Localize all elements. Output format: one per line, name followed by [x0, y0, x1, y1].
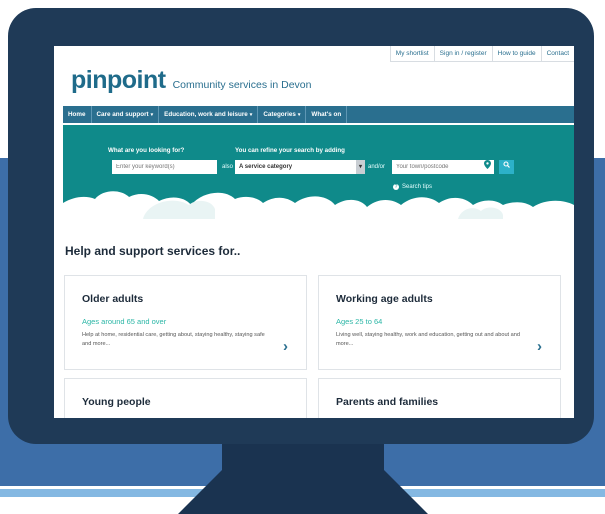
card-title: Parents and families [336, 396, 439, 408]
nav-education-work-leisure[interactable]: Education, work and leisure ▾ [159, 106, 259, 123]
website-screen: My shortlist Sign in / register How to g… [54, 46, 574, 418]
site-logo[interactable]: pinpoint Community services in Devon [71, 66, 311, 95]
shortlist-link[interactable]: My shortlist [389, 46, 434, 62]
how-to-guide-link[interactable]: How to guide [491, 46, 541, 62]
chevron-down-icon: ▾ [249, 112, 253, 118]
utility-links: My shortlist Sign in / register How to g… [389, 46, 574, 62]
card-parents-and-families[interactable]: Parents and families [318, 378, 561, 418]
search-hero: What are you looking for? You can refine… [63, 125, 574, 219]
nav-whats-on[interactable]: What's on [306, 106, 348, 123]
card-subtitle: Ages 25 to 64 [336, 317, 383, 326]
card-title: Young people [82, 396, 151, 408]
clouds-decoration [63, 191, 574, 219]
logo-tagline: Community services in Devon [172, 79, 312, 91]
section-heading: Help and support services for.. [65, 244, 241, 258]
chevron-down-icon: ▾ [150, 112, 154, 118]
sign-in-link[interactable]: Sign in / register [433, 46, 492, 62]
chevron-down-icon: ▾ [297, 112, 301, 118]
contact-link[interactable]: Contact [540, 46, 574, 62]
card-working-age-adults[interactable]: Working age adults Ages 25 to 64 Living … [318, 275, 561, 370]
card-title: Older adults [82, 293, 144, 305]
card-subtitle: Ages around 65 and over [82, 317, 167, 326]
card-description: Help at home, residential care, getting … [82, 332, 265, 347]
chevron-right-icon[interactable]: › [537, 338, 542, 355]
card-title: Working age adults [336, 293, 433, 305]
card-description: Living well, staying healthy, work and e… [336, 332, 520, 347]
card-older-adults[interactable]: Older adults Ages around 65 and over Hel… [64, 275, 307, 370]
nav-categories[interactable]: Categories ▾ [258, 106, 307, 123]
nav-care-and-support[interactable]: Care and support ▾ [92, 106, 160, 123]
nav-home[interactable]: Home [63, 106, 92, 123]
logo-wordmark: pinpoint [71, 66, 166, 94]
monitor-frame: My shortlist Sign in / register How to g… [8, 8, 594, 444]
main-nav: Home Care and support ▾ Education, work a… [63, 106, 574, 123]
card-young-people[interactable]: Young people [64, 378, 307, 418]
chevron-right-icon[interactable]: › [283, 338, 288, 355]
